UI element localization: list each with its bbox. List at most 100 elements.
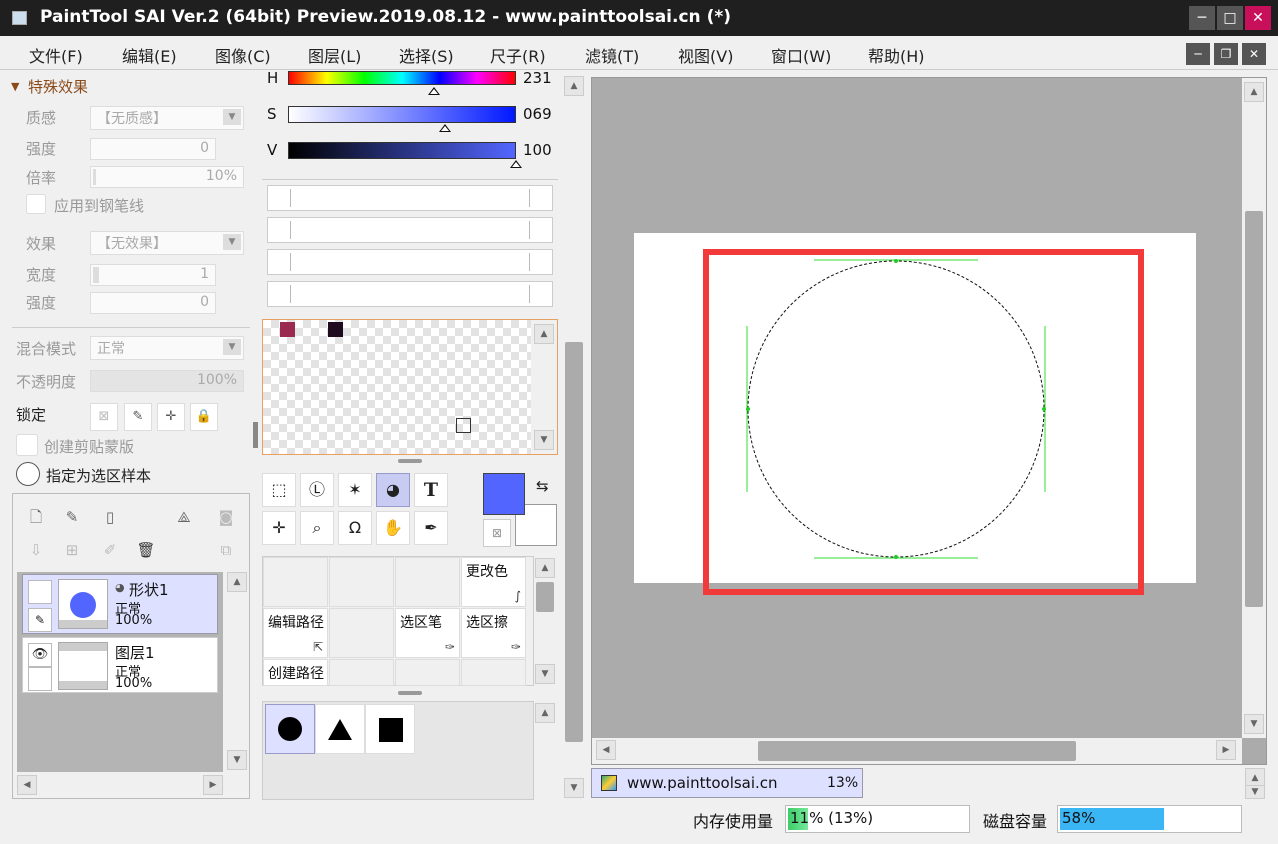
shape-tool[interactable]: ◕ [376,473,410,507]
scroll-down-icon[interactable]: ▼ [227,750,247,770]
strength-slider[interactable]: 0 [90,138,216,160]
empty-tool-slot[interactable] [263,557,328,607]
apply-pen-checkbox[interactable] [26,194,46,214]
lock-move-button[interactable]: ✛ [157,403,185,431]
hand-tool[interactable]: ✋ [376,511,410,545]
blend-mode-dropdown[interactable]: 正常 ▼ [90,336,244,360]
transparent-color-icon[interactable]: ⊠ [483,519,511,547]
add-icon[interactable]: ⊞ [61,539,83,561]
move-tool[interactable]: ✛ [262,511,296,545]
scroll-up-icon[interactable]: ▲ [535,558,555,578]
layer-item[interactable]: ✎ ◕ 形状1 正常 100% [22,574,218,634]
color-slot-bar[interactable] [267,249,553,275]
mdi-minimize-button[interactable]: ─ [1186,43,1210,65]
lock-transparency-button[interactable]: ⊠ [90,403,118,431]
rect-select-tool[interactable]: ⬚ [262,473,296,507]
color-slot-bar[interactable] [267,217,553,243]
maximize-button[interactable]: □ [1217,6,1243,30]
collapse-arrow-icon[interactable]: ▼ [11,80,19,93]
texture-dropdown[interactable]: 【无质感】 ▼ [90,106,244,130]
scroll-down-icon[interactable]: ▼ [564,778,584,798]
scroll-left-icon[interactable]: ◀ [17,775,37,795]
new-folder-icon[interactable]: ▯ [99,506,121,528]
panel-scrollbar[interactable]: ▲ ▼ [562,74,586,800]
zoom-tool[interactable]: ⌕ [300,511,334,545]
saturation-slider[interactable] [288,106,516,123]
square-shape[interactable] [365,704,415,754]
menu-filter[interactable]: 滤镜(T) [585,43,639,67]
eye-icon[interactable]: 👁 [28,643,52,667]
canvas-hscrollbar[interactable]: ◀ ▶ [592,738,1242,764]
color-slot-bar[interactable] [267,281,553,307]
value-marker-icon[interactable] [510,160,522,168]
scroll-up-icon[interactable]: ▲ [1244,82,1264,102]
empty-swatch[interactable] [456,418,471,433]
scroll-down-icon[interactable]: ▼ [1244,714,1264,734]
edit-path-tool[interactable]: 编辑路径 ⇱ [263,608,328,658]
canvas-area[interactable]: ▲ ▼ ◀ ▶ [591,77,1267,765]
color-slot-bar[interactable] [267,185,553,211]
document-tab[interactable]: www.painttoolsai.cn 13% [591,768,863,798]
duplicate-icon[interactable]: ⧉ [215,539,237,561]
shape-palette-scrollbar[interactable]: ▲ [534,701,556,800]
scrollbar-thumb[interactable] [536,582,554,612]
saturation-marker-icon[interactable] [439,124,452,132]
menu-select[interactable]: 选择(S) [399,43,454,67]
mask-icon[interactable]: ◙ [215,506,237,528]
empty-tool-slot[interactable] [329,608,394,658]
empty-tool-slot[interactable] [461,659,526,686]
panel-grip[interactable] [398,459,422,463]
eyedropper-tool[interactable]: ✒ [414,511,448,545]
layer-list-hscrollbar[interactable]: ◀ ▶ [17,774,223,796]
create-path-tool[interactable]: 创建路径 [263,659,328,686]
scroll-up-icon[interactable]: ▲ [535,703,555,723]
triangle-shape[interactable] [315,704,365,754]
trash-icon[interactable]: 🗑 [135,539,157,561]
scroll-up-icon[interactable]: ▲ [534,324,554,344]
scrollbar-thumb[interactable] [565,342,583,742]
close-button[interactable]: ✕ [1245,6,1271,30]
merge-down-icon[interactable]: ⇩ [25,539,47,561]
selection-sample-checkbox[interactable] [16,462,40,486]
lasso-tool[interactable]: Ⓛ [300,473,334,507]
width-slider[interactable]: 1 [90,264,216,286]
empty-tool-slot[interactable] [329,659,394,686]
swatch-palette[interactable]: ▲ ▼ [262,319,558,455]
scroll-up-icon[interactable]: ▲ [564,76,584,96]
menu-image[interactable]: 图像(C) [215,43,271,67]
change-color-tool[interactable]: 更改色 ∫ [461,557,526,607]
layer-effect-icon[interactable]: ⟁ [173,506,195,528]
swatch[interactable] [280,322,295,337]
empty-tool-slot[interactable] [395,659,460,686]
new-layer-icon[interactable]: 🗋 [25,506,47,528]
scroll-up-icon[interactable]: ▲ [227,572,247,592]
mdi-restore-button[interactable]: ❐ [1214,43,1238,65]
canvas-vscrollbar[interactable]: ▲ ▼ [1242,78,1266,738]
menu-window[interactable]: 窗口(W) [771,43,831,67]
scale-slider[interactable]: 10% [90,166,244,188]
minimize-button[interactable]: ─ [1189,6,1215,30]
layer-item[interactable]: 👁 图层1 正常 100% [22,637,218,693]
menu-file[interactable]: 文件(F) [29,43,83,67]
empty-tool-slot[interactable] [329,557,394,607]
scrollbar-thumb[interactable] [758,741,1076,761]
rotate-tool[interactable]: Ω [338,511,372,545]
scroll-left-icon[interactable]: ◀ [596,740,616,760]
scroll-down-icon[interactable]: ▼ [535,664,555,684]
text-tool[interactable]: T [414,473,448,507]
scroll-down-icon[interactable]: ▼ [534,430,554,450]
hue-marker-icon[interactable] [427,87,440,95]
panel-grip[interactable] [398,691,422,695]
menu-ruler[interactable]: 尺子(R) [490,43,546,67]
menu-help[interactable]: 帮助(H) [868,43,925,67]
visibility-toggle[interactable] [28,580,52,604]
lock-all-button[interactable]: 🔒 [190,403,218,431]
layer-list-scrollbar[interactable]: ▲ ▼ [226,572,248,772]
menu-layer[interactable]: 图层(L) [308,43,361,67]
mdi-close-button[interactable]: ✕ [1242,43,1266,65]
hue-slider[interactable] [288,71,516,85]
opacity-slider[interactable]: 100% [90,370,244,392]
tool-grid-scrollbar[interactable]: ▲ ▼ [534,556,556,686]
scroll-right-icon[interactable]: ▶ [1216,740,1236,760]
selection-eraser-tool[interactable]: 选区擦 ✑ [461,608,526,658]
